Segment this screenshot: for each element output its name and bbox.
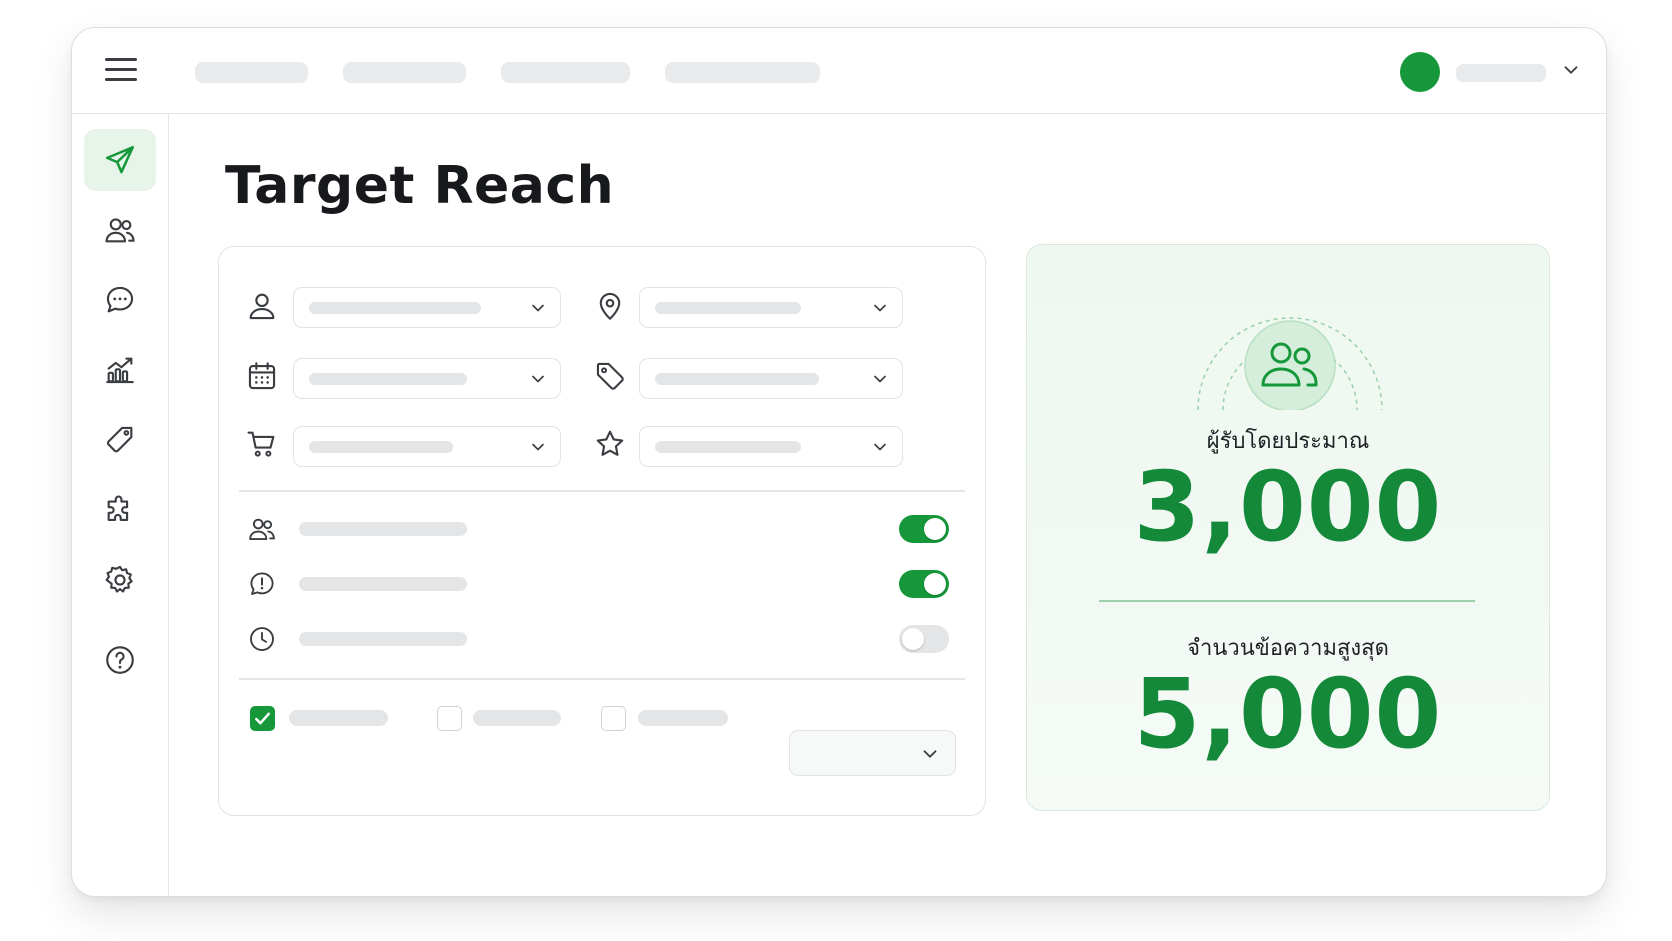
tag-select[interactable] — [639, 358, 903, 399]
calendar-icon — [248, 362, 276, 390]
top-bar — [72, 28, 1606, 114]
audience-select[interactable] — [293, 287, 561, 328]
location-pin-icon — [599, 292, 621, 320]
nav-item-1[interactable] — [195, 62, 308, 83]
chat-icon — [106, 286, 134, 313]
frequency-select[interactable] — [789, 730, 956, 776]
rating-select[interactable] — [639, 426, 903, 467]
chevron-down-icon — [874, 375, 886, 383]
divider — [1099, 600, 1475, 602]
divider — [239, 490, 965, 492]
menu-icon[interactable] — [105, 58, 137, 84]
sidebar-item-users[interactable] — [84, 199, 156, 261]
chevron-down-icon — [874, 304, 886, 312]
option-label-1 — [299, 522, 467, 536]
user-name[interactable] — [1456, 64, 1546, 82]
alert-chat-icon — [250, 572, 274, 595]
send-icon — [105, 145, 135, 174]
nav-item-4[interactable] — [665, 62, 820, 83]
sidebar-item-tags[interactable] — [84, 409, 156, 471]
location-select[interactable] — [639, 287, 903, 328]
sidebar — [72, 114, 169, 896]
clock-icon — [250, 627, 274, 651]
tag-icon — [106, 426, 133, 453]
checkbox-label-3 — [638, 710, 728, 726]
reach-summary-card: ผู้รับโดยประมาณ 3,000 จำนวนข้อความสูงสุด… — [1026, 244, 1550, 811]
chevron-down-icon — [874, 443, 886, 451]
chevron-down-icon — [532, 304, 544, 312]
page-title: Target Reach — [225, 156, 615, 216]
checkbox-2[interactable] — [437, 706, 462, 731]
cart-icon — [247, 431, 275, 457]
checkbox-label-1 — [289, 710, 388, 726]
toggle-switch-2[interactable] — [899, 570, 949, 598]
gear-icon — [105, 565, 133, 593]
toggle-switch-3[interactable] — [899, 625, 949, 653]
checkbox-3[interactable] — [601, 706, 626, 731]
checkbox-1[interactable] — [250, 706, 275, 731]
sidebar-item-settings[interactable] — [84, 549, 156, 611]
nav-item-3[interactable] — [501, 62, 630, 83]
users-icon — [249, 518, 275, 540]
avatar[interactable] — [1400, 52, 1440, 92]
filter-panel — [218, 246, 986, 816]
users-icon — [105, 218, 135, 243]
broadcast-audience-icon — [1197, 317, 1383, 410]
puzzle-icon — [107, 495, 129, 521]
nav-item-2[interactable] — [343, 62, 466, 83]
date-select[interactable] — [293, 358, 561, 399]
chevron-down-icon — [532, 443, 544, 451]
chevron-down-icon — [532, 375, 544, 383]
sidebar-item-send[interactable] — [84, 129, 156, 191]
sidebar-item-chat[interactable] — [84, 269, 156, 331]
analytics-icon — [106, 357, 134, 384]
option-label-3 — [299, 632, 467, 646]
star-icon — [596, 430, 624, 456]
sidebar-item-help[interactable] — [84, 629, 156, 691]
app-window: Target Reach ผู้รับโดยประมาณ 3,000 จำนวน… — [71, 27, 1607, 897]
sidebar-item-analytics[interactable] — [84, 339, 156, 401]
estimated-recipients-value: 3,000 — [1133, 451, 1443, 563]
chevron-down-icon[interactable] — [1560, 59, 1582, 81]
checkbox-label-2 — [473, 710, 561, 726]
toggle-switch-1[interactable] — [899, 515, 949, 543]
purchase-select[interactable] — [293, 426, 561, 467]
help-icon — [106, 646, 134, 674]
tag-icon — [596, 362, 624, 390]
chevron-down-icon — [923, 750, 937, 758]
max-messages-value: 5,000 — [1133, 658, 1443, 770]
divider — [239, 678, 965, 680]
user-icon — [249, 293, 275, 320]
sidebar-item-integrations[interactable] — [84, 479, 156, 541]
check-icon — [255, 712, 270, 725]
option-label-2 — [299, 577, 467, 591]
